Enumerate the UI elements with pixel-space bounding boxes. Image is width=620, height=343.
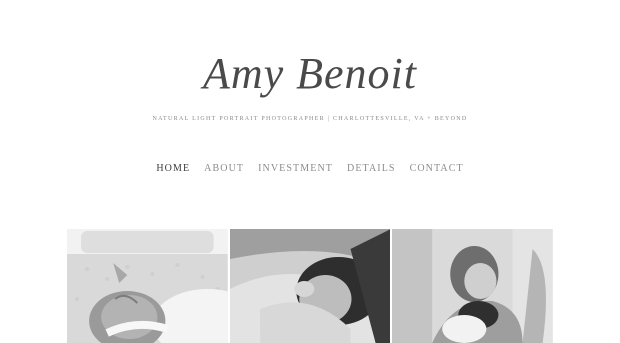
main-nav: HOME ABOUT INVESTMENT DETAILS CONTACT [0, 163, 620, 174]
site-logo[interactable]: Amy Benoit [200, 28, 420, 114]
nav-about[interactable]: ABOUT [204, 163, 244, 174]
nav-details[interactable]: DETAILS [347, 163, 396, 174]
gallery-photo-newborn-swaddled[interactable] [229, 229, 391, 343]
nav-home[interactable]: HOME [156, 163, 190, 174]
gallery-photo-newborn-blanket[interactable] [67, 229, 228, 343]
logo-text: Amy Benoit [200, 49, 418, 98]
nav-investment[interactable]: INVESTMENT [258, 163, 333, 174]
photo-gallery [67, 229, 554, 343]
site-tagline: NATURAL LIGHT PORTRAIT PHOTOGRAPHER | CH… [152, 116, 468, 122]
nav-contact[interactable]: CONTACT [410, 163, 464, 174]
gallery-photo-mother-newborn[interactable] [392, 229, 554, 343]
